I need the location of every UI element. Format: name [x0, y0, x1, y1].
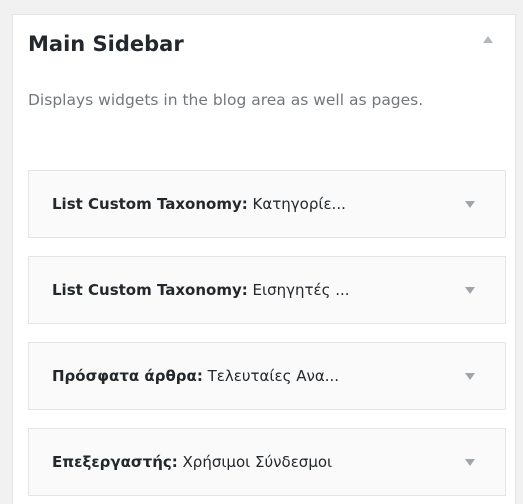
widget-subtitle: Τελευταίες Ανα...	[202, 367, 340, 385]
widget-title: List Custom Taxonomy: Κατηγορίε...	[52, 171, 346, 237]
widget-recent-posts[interactable]: Πρόσφατα άρθρα: Τελευταίες Ανα...	[28, 342, 506, 410]
sidebar-title: Main Sidebar	[28, 32, 184, 56]
arrow-down-icon[interactable]	[465, 287, 475, 294]
sidebar-description: Displays widgets in the blog area as wel…	[28, 91, 424, 109]
arrow-down-icon[interactable]	[465, 373, 475, 380]
widget-name: List Custom Taxonomy	[52, 195, 242, 213]
widget-name: List Custom Taxonomy	[52, 281, 242, 299]
arrow-down-icon[interactable]	[465, 201, 475, 208]
arrow-up-icon[interactable]	[483, 36, 493, 43]
sidebar-header[interactable]: Main Sidebar	[28, 30, 503, 58]
widget-subtitle: Εισηγητές ...	[247, 281, 350, 299]
widget-list-custom-taxonomy-1[interactable]: List Custom Taxonomy: Κατηγορίε...	[28, 170, 506, 238]
widget-title: Πρόσφατα άρθρα: Τελευταίες Ανα...	[52, 343, 339, 409]
widget-subtitle: Κατηγορίε...	[247, 195, 346, 213]
widget-subtitle: Χρήσιμοι Σύνδεσμοι	[177, 453, 333, 471]
arrow-down-icon[interactable]	[465, 459, 475, 466]
widget-title: Επεξεργαστής: Χρήσιμοι Σύνδεσμοι	[52, 429, 332, 495]
widget-editor[interactable]: Επεξεργαστής: Χρήσιμοι Σύνδεσμοι	[28, 428, 506, 496]
widget-name: Πρόσφατα άρθρα	[52, 367, 197, 385]
widget-name: Επεξεργαστής	[52, 453, 172, 471]
widget-list-custom-taxonomy-2[interactable]: List Custom Taxonomy: Εισηγητές ...	[28, 256, 506, 324]
widget-title: List Custom Taxonomy: Εισηγητές ...	[52, 257, 350, 323]
